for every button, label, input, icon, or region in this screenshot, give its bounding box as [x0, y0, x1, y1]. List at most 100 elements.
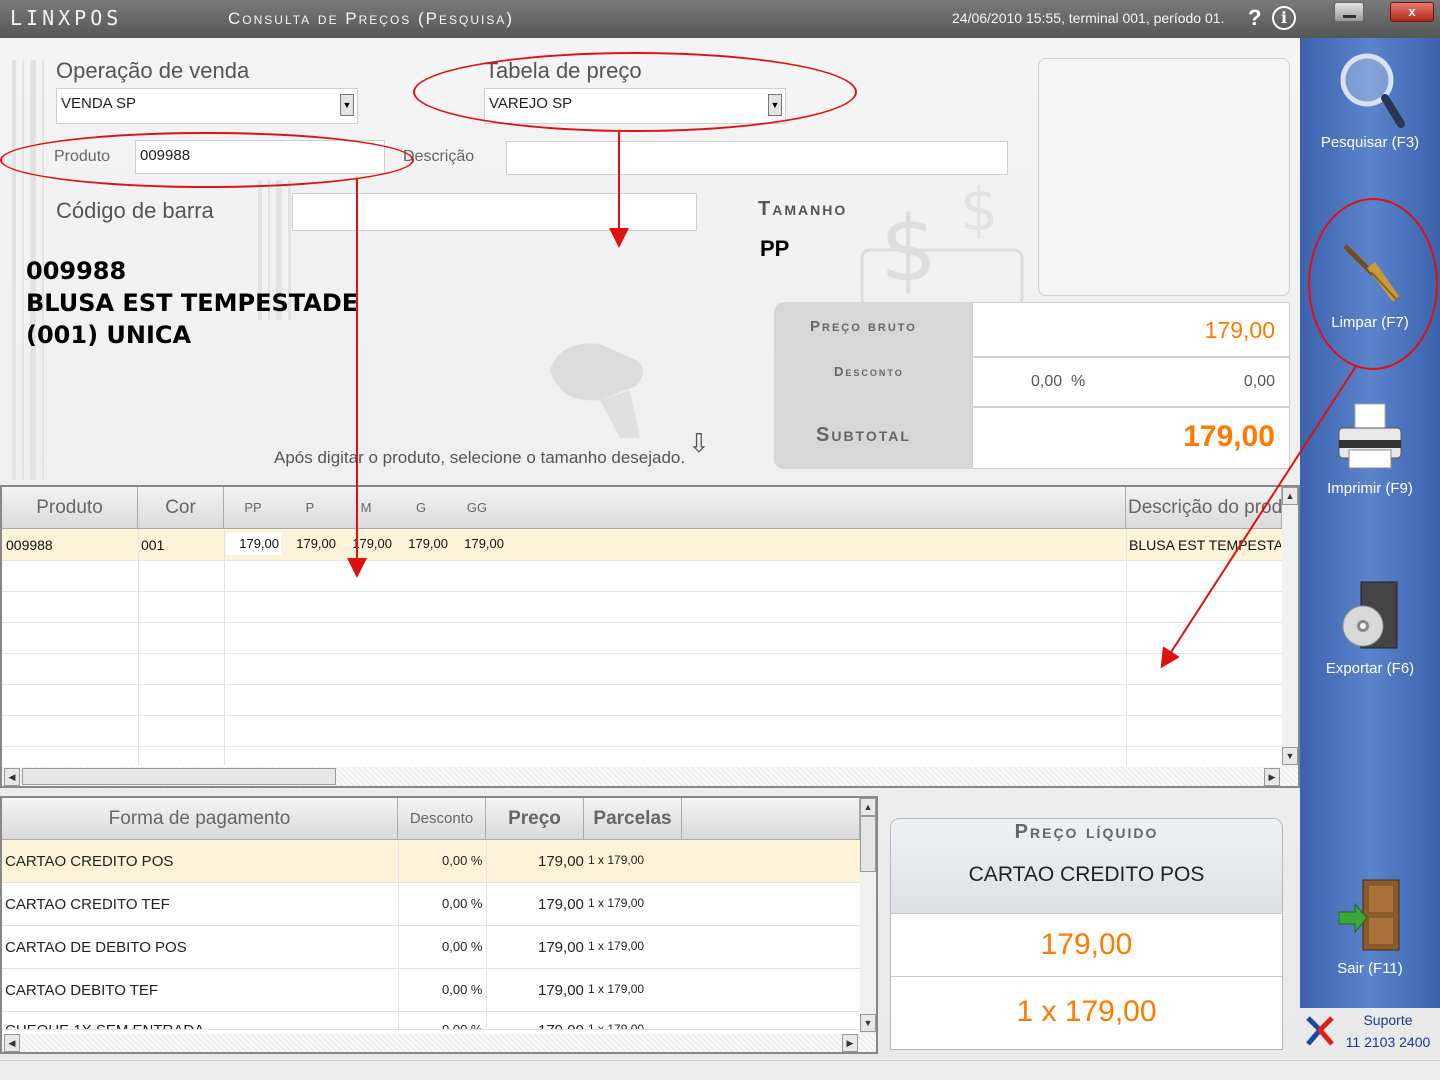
payment-vertical-scrollbar[interactable]: ▲ ▼	[860, 798, 876, 1034]
scroll-thumb[interactable]	[22, 768, 336, 785]
grid-line	[2, 560, 1282, 561]
grid-line	[2, 622, 1282, 623]
grid-line	[398, 840, 399, 1030]
scroll-thumb[interactable]	[860, 816, 876, 872]
exportar-button[interactable]: Exportar (F6)	[1300, 580, 1440, 677]
sair-button[interactable]: Sair (F11)	[1300, 876, 1440, 977]
price-cell-gg[interactable]: 179,00	[454, 536, 504, 551]
imprimir-label: Imprimir (F9)	[1327, 480, 1413, 497]
preco-liquido-valor-box: 179,00	[891, 913, 1282, 977]
codigo-barra-input[interactable]	[292, 193, 697, 231]
grid-vertical-scrollbar[interactable]: ▲ ▼	[1282, 487, 1298, 767]
subtotal-box: 179,00	[972, 407, 1290, 469]
payment-horizontal-scrollbar[interactable]: ◀ ▶	[2, 1034, 876, 1052]
product-image	[1038, 58, 1290, 296]
payment-forma: CARTAO CREDITO TEF	[5, 896, 170, 913]
scanner-watermark-icon	[550, 343, 643, 438]
col-preco-header[interactable]: Preço	[486, 798, 584, 840]
product-grid[interactable]: Produto Cor PP P M G GG Descrição do pro…	[0, 485, 1300, 788]
col-size-m[interactable]: M	[351, 487, 381, 529]
title-bar: LINXPOS Consulta de Preços (Pesquisa) 24…	[0, 0, 1440, 38]
payment-parcelas: 1 x 179,00	[588, 896, 645, 910]
grid-line	[2, 653, 1282, 654]
price-cell-pp[interactable]: 179,00	[226, 533, 281, 555]
col-size-p[interactable]: P	[295, 487, 325, 529]
annotation-ellipse-limpar	[1308, 198, 1438, 370]
sair-label: Sair (F11)	[1337, 960, 1403, 977]
payment-table[interactable]: Forma de pagamento Desconto Preço Parcel…	[0, 796, 878, 1054]
descricao-input[interactable]	[506, 141, 1008, 175]
payment-desconto: 0,00 %	[442, 939, 483, 954]
tamanho-value: PP	[760, 236, 790, 261]
col-forma-header[interactable]: Forma de pagamento	[2, 798, 398, 840]
subtotal-label: Subtotal	[816, 424, 911, 446]
scroll-up-icon[interactable]: ▲	[860, 798, 876, 816]
price-summary: Preço bruto Desconto Subtotal 179,00 0,0…	[774, 302, 1290, 469]
cd-export-icon	[1342, 581, 1398, 649]
scroll-left-icon[interactable]: ◀	[4, 1034, 20, 1052]
grid-line	[2, 715, 1282, 716]
pesquisar-button[interactable]: Pesquisar (F3)	[1300, 48, 1440, 151]
desconto-box: 0,00 % 0,00	[972, 357, 1290, 407]
scroll-down-icon[interactable]: ▼	[860, 1014, 876, 1032]
row-cor: 001	[141, 537, 165, 553]
preco-bruto-box: 179,00	[972, 302, 1290, 357]
descricao-label: Descrição	[403, 148, 475, 165]
grid-line	[1126, 529, 1127, 765]
price-cell-p[interactable]: 179,00	[286, 536, 336, 551]
operacao-label: Operação de venda	[56, 58, 250, 83]
payment-forma: CARTAO DEBITO TEF	[5, 982, 159, 999]
payment-desconto: 0,00 %	[442, 853, 483, 868]
preco-liquido-header: Preço líquido CARTAO CREDITO POS	[891, 819, 1282, 913]
payment-forma: CHEQUE 1X SEM ENTRADA	[5, 1022, 204, 1029]
minimize-button[interactable]	[1334, 2, 1364, 22]
payment-row[interactable]: CARTAO CREDITO POS 0,00 % 179,00 1 x 179…	[2, 840, 860, 883]
help-icon[interactable]: ?	[1248, 5, 1261, 31]
imprimir-button[interactable]: Imprimir (F9)	[1300, 400, 1440, 497]
hint-text: Após digitar o produto, selecione o tama…	[274, 448, 686, 467]
operacao-select[interactable]: VENDA SP ▼	[56, 88, 358, 124]
payment-row[interactable]: CARTAO CREDITO TEF 0,00 % 179,00 1 x 179…	[2, 883, 860, 926]
scroll-right-icon[interactable]: ▶	[842, 1034, 858, 1052]
price-cell-g[interactable]: 179,00	[398, 536, 448, 551]
col-produto-header[interactable]: Produto	[2, 487, 138, 529]
preco-bruto-value: 179,00	[1204, 317, 1275, 343]
chevron-down-icon[interactable]: ▼	[340, 94, 354, 116]
preco-liquido-forma: CARTAO CREDITO POS	[968, 863, 1205, 886]
grid-horizontal-scrollbar[interactable]: ◀ ▶	[2, 767, 1298, 786]
arrow-down-icon: ⇩	[688, 428, 710, 458]
payment-row[interactable]: CHEQUE 1X SEM ENTRADA 0,00 % 179,00 1 x …	[2, 1012, 860, 1030]
col-size-gg[interactable]: GG	[462, 487, 492, 529]
exportar-label: Exportar (F6)	[1325, 660, 1415, 677]
exit-door-icon	[1338, 879, 1400, 951]
annotation-ellipse-produto	[0, 132, 414, 188]
annotation-ellipse-tabela	[413, 52, 857, 132]
support-phone: 11 2103 2400	[1345, 1034, 1431, 1050]
col-descricao-header[interactable]: Descrição do prod	[1126, 487, 1282, 529]
payment-parcelas: 1 x 179,00	[588, 853, 645, 867]
table-row[interactable]: 009988 001 179,00 179,00 179,00 179,00 1…	[2, 529, 1282, 560]
col-parcelas-header[interactable]: Parcelas	[584, 798, 682, 840]
col-size-g[interactable]: G	[406, 487, 436, 529]
desconto-pct: 0,00 %	[1031, 373, 1086, 390]
col-empty-header	[682, 798, 860, 840]
desconto-label: Desconto	[834, 364, 904, 379]
payment-row[interactable]: CARTAO DEBITO TEF 0,00 % 179,00 1 x 179,…	[2, 969, 860, 1012]
close-button[interactable]: x	[1390, 2, 1434, 22]
scroll-left-icon[interactable]: ◀	[4, 768, 20, 786]
status-text: 24/06/2010 15:55, terminal 001, período …	[952, 10, 1225, 26]
info-icon[interactable]: i	[1272, 6, 1296, 30]
scroll-up-icon[interactable]: ▲	[1282, 487, 1298, 505]
scroll-right-icon[interactable]: ▶	[1264, 768, 1280, 786]
price-cell-m[interactable]: 179,00	[342, 536, 392, 551]
operacao-value: VENDA SP	[61, 95, 137, 112]
payment-preco: 179,00	[538, 982, 584, 999]
scroll-down-icon[interactable]: ▼	[1282, 747, 1298, 765]
payment-row[interactable]: CARTAO DE DEBITO POS 0,00 % 179,00 1 x 1…	[2, 926, 860, 969]
payment-preco: 179,00	[538, 1022, 584, 1029]
col-cor-header[interactable]: Cor	[138, 487, 224, 529]
col-desconto-header[interactable]: Desconto	[398, 798, 486, 840]
desconto-value: 0,00	[1243, 373, 1275, 390]
col-size-pp[interactable]: PP	[238, 487, 268, 529]
tamanho-label: Tamanho	[758, 198, 848, 220]
